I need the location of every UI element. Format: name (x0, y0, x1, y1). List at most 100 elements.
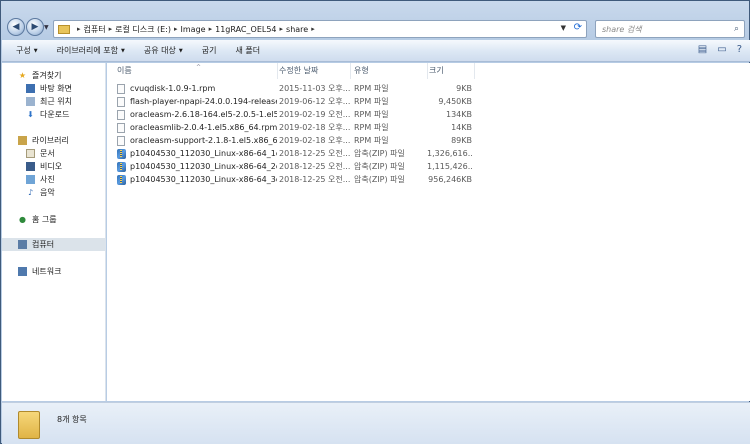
star-icon: ★ (18, 71, 27, 80)
breadcrumb-computer[interactable]: 컴퓨터 (84, 24, 106, 35)
nav-item-label: 비디오 (40, 162, 63, 171)
include-in-library-button[interactable]: 라이브러리에 포함 ▼ (57, 45, 125, 56)
file-row[interactable]: p10404530_112030_Linux-x86-64_2of... 2018… (107, 160, 750, 173)
organize-button[interactable]: 구성 ▼ (16, 45, 38, 56)
nav-item-network[interactable]: 네트워크 (2, 265, 105, 278)
documents-icon (26, 149, 35, 158)
network-icon (18, 267, 27, 276)
preview-pane-icon[interactable]: ▭ (717, 44, 726, 55)
file-date: 2018-12-25 오전... (279, 162, 351, 171)
search-placeholder: share 검색 (602, 24, 642, 34)
file-name: oracleasm-2.6.18-164.el5-2.0.5-1.el5.x8.… (130, 110, 277, 119)
back-button[interactable]: ◀ (7, 18, 25, 36)
nav-item-label: 다운로드 (40, 110, 70, 119)
nav-item-label: 컴퓨터 (32, 240, 55, 249)
desktop-icon (26, 84, 35, 93)
chevron-right-icon[interactable]: ▸ (77, 25, 81, 33)
address-bar[interactable]: ▸ 컴퓨터 ▸ 로컬 디스크 (E:) ▸ Image ▸ 11gRAC_OEL… (53, 20, 587, 38)
breadcrumb-local-disk[interactable]: 로컬 디스크 (E:) (115, 24, 171, 35)
chevron-right-icon[interactable]: ▸ (109, 25, 113, 33)
nav-item-label: 라이브러리 (32, 136, 69, 145)
file-row[interactable]: p10404530_112030_Linux-x86-64_1of... 2018… (107, 147, 750, 160)
dropdown-arrow-icon: ▼ (33, 47, 38, 54)
nav-item-videos[interactable]: 비디오 (2, 160, 105, 173)
nav-item-label: 사진 (40, 175, 55, 184)
file-date: 2018-12-25 오전... (279, 175, 351, 184)
new-folder-button[interactable]: 새 폴더 (235, 45, 260, 56)
file-size: 1,326,616... (427, 149, 472, 158)
forward-button[interactable]: ▶ (26, 18, 44, 36)
file-name-cell: p10404530_112030_Linux-x86-64_2of... (117, 160, 277, 173)
file-name: p10404530_112030_Linux-x86-64_3of... (130, 175, 277, 184)
zip-icon (117, 161, 126, 172)
file-row[interactable]: oracleasm-2.6.18-164.el5-2.0.5-1.el5.x8.… (107, 108, 750, 121)
file-type: 압축(ZIP) 파일 (354, 149, 405, 158)
help-icon[interactable]: ? (737, 44, 742, 55)
view-options-icon[interactable]: ▤ (698, 44, 707, 55)
file-icon (117, 96, 125, 107)
share-with-button[interactable]: 공유 대상 ▼ (144, 45, 183, 56)
view-controls: ▤ ▭ ? (698, 44, 742, 55)
chevron-right-icon[interactable]: ▸ (209, 25, 213, 33)
column-header-name[interactable]: 이름 ^ (113, 63, 278, 79)
file-type: 압축(ZIP) 파일 (354, 175, 405, 184)
library-icon (18, 136, 27, 145)
file-icon (117, 109, 125, 120)
breadcrumb-share[interactable]: share (286, 25, 308, 34)
nav-item-libraries[interactable]: 라이브러리 (2, 134, 105, 147)
nav-item-label: 음악 (40, 188, 55, 197)
search-icon[interactable]: ⌕ (734, 24, 739, 34)
file-list: 이름 ^ 수정한 날짜 유형 크기 cvuqdisk-1.0.9-1.rpm 20… (107, 63, 750, 401)
recent-pages-dropdown-icon[interactable]: ▼ (44, 24, 49, 31)
file-type: RPM 파일 (354, 123, 389, 132)
chevron-right-icon[interactable]: ▸ (280, 25, 284, 33)
file-row[interactable]: oracleasm-support-2.1.8-1.el5.x86_64.r..… (107, 134, 750, 147)
nav-item-pictures[interactable]: 사진 (2, 173, 105, 186)
nav-item-label: 홈 그룹 (32, 215, 57, 224)
breadcrumb-11grac[interactable]: 11gRAC_OEL54 (215, 25, 276, 34)
address-dropdown-icon[interactable]: ▼ (561, 24, 566, 32)
file-type: RPM 파일 (354, 110, 389, 119)
file-name: p10404530_112030_Linux-x86-64_1of... (130, 149, 277, 158)
file-date: 2019-02-19 오전... (279, 110, 351, 119)
file-size: 14KB (451, 123, 472, 132)
column-header-type[interactable]: 유형 (350, 63, 428, 79)
refresh-icon[interactable]: ⟳ (574, 22, 582, 33)
file-type: 압축(ZIP) 파일 (354, 162, 405, 171)
file-name-cell: oracleasm-support-2.1.8-1.el5.x86_64.r..… (117, 134, 277, 147)
file-date: 2015-11-03 오후... (279, 84, 351, 93)
column-header-date[interactable]: 수정한 날짜 (275, 63, 351, 79)
chevron-right-icon[interactable]: ▸ (174, 25, 178, 33)
nav-item-label: 바탕 화면 (40, 84, 72, 93)
nav-item-desktop[interactable]: 바탕 화면 (2, 82, 105, 95)
computer-icon (18, 240, 27, 249)
chevron-right-icon[interactable]: ▸ (311, 25, 315, 33)
file-icon (117, 83, 125, 94)
file-size: 9KB (456, 84, 472, 93)
nav-item-label: 네트워크 (32, 267, 62, 276)
column-name-label: 이름 (117, 66, 132, 75)
downloads-icon: ⬇ (27, 110, 34, 119)
nav-item-recent[interactable]: 최근 위치 (2, 95, 105, 108)
nav-item-computer[interactable]: 컴퓨터 (2, 238, 105, 251)
nav-item-favorites[interactable]: ★ 즐겨찾기 (2, 69, 105, 82)
pictures-icon (26, 175, 35, 184)
nav-item-downloads[interactable]: ⬇ 다운로드 (2, 108, 105, 121)
file-date: 2019-06-12 오후... (279, 97, 351, 106)
nav-item-documents[interactable]: 문서 (2, 147, 105, 160)
column-header-size[interactable]: 크기 (425, 63, 475, 79)
search-input[interactable]: share 검색 ⌕ (595, 20, 745, 38)
file-row[interactable]: flash-player-npapi-24.0.0.194-release.x8… (107, 95, 750, 108)
nav-item-music[interactable]: ♪ 음악 (2, 186, 105, 199)
file-row[interactable]: oracleasmlib-2.0.4-1.el5.x86_64.rpm 2019-… (107, 121, 750, 134)
file-icon (117, 122, 125, 133)
file-type: RPM 파일 (354, 136, 389, 145)
burn-button[interactable]: 굽기 (202, 45, 217, 56)
organize-label: 구성 (16, 46, 31, 55)
file-row[interactable]: p10404530_112030_Linux-x86-64_3of... 2018… (107, 173, 750, 186)
breadcrumb-image[interactable]: Image (181, 25, 206, 34)
include-library-label: 라이브러리에 포함 (56, 46, 119, 55)
file-row[interactable]: cvuqdisk-1.0.9-1.rpm 2015-11-03 오후... RPM … (107, 82, 750, 95)
file-type: RPM 파일 (354, 97, 389, 106)
nav-item-homegroup[interactable]: ● 홈 그룹 (2, 213, 105, 226)
